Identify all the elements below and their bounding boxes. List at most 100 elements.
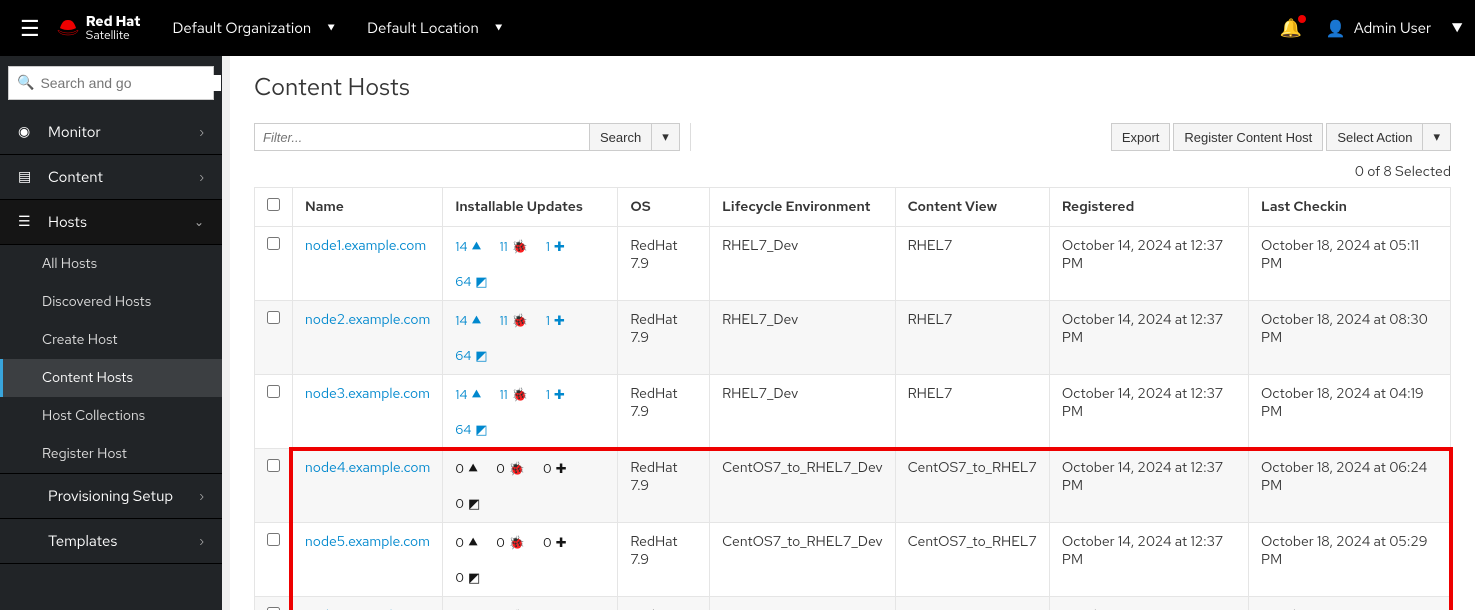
row-checkbox[interactable] <box>267 237 280 250</box>
cell-lifecycle: RHEL7_Dev <box>710 301 895 375</box>
nav-host-collections[interactable]: Host Collections <box>0 397 222 435</box>
cell-os: RedHat 7.9 <box>618 449 710 523</box>
nav-content-label: Content <box>48 167 103 187</box>
warning-icon: ▲ <box>468 533 478 551</box>
bugfix-updates[interactable]: 0 🐞 <box>496 533 525 551</box>
security-updates[interactable]: 14 ▲ <box>455 385 481 403</box>
security-updates[interactable]: 14 ▲ <box>455 311 481 329</box>
host-link[interactable]: node4.example.com <box>305 459 430 477</box>
nav-content[interactable]: ▤ Content › <box>0 155 222 200</box>
table-row: node1.example.com 14 ▲ 11 🐞 1 ✚ 64 ◩ RedHat 7… <box>255 227 1451 301</box>
search-dropdown-button[interactable]: ▾ <box>651 123 680 151</box>
package-updates[interactable]: 64 ◩ <box>455 273 605 290</box>
cell-os: RedHat 7.9 <box>618 227 710 301</box>
col-os[interactable]: OS <box>618 188 710 227</box>
user-name: Admin User <box>1354 18 1431 38</box>
host-link[interactable]: node2.example.com <box>305 311 430 329</box>
search-input[interactable] <box>40 75 221 91</box>
host-link[interactable]: node1.example.com <box>305 237 426 255</box>
cell-registered: October 14, 2024 at 12:37 PM <box>1049 523 1248 597</box>
enhancement-updates[interactable]: 1 ✚ <box>546 385 565 403</box>
row-checkbox[interactable] <box>267 385 280 398</box>
search-icon: 🔍 <box>17 74 34 92</box>
enhancement-updates[interactable]: 0 ✚ <box>543 533 567 551</box>
location-context-dropdown[interactable]: Default Location ▼ <box>367 18 503 38</box>
enhancement-updates[interactable]: 0 ✚ <box>543 459 567 477</box>
toolbar-divider <box>690 123 691 151</box>
bug-icon: 🐞 <box>512 238 528 255</box>
org-context-dropdown[interactable]: Default Organization ▼ <box>172 18 335 38</box>
package-updates[interactable]: 0 ◩ <box>455 569 605 586</box>
nav-provisioning-label: Provisioning Setup <box>48 486 173 506</box>
register-content-host-button[interactable]: Register Content Host <box>1173 123 1323 151</box>
cell-last-checkin: October 18, 2024 at 05:29 PM <box>1248 597 1450 610</box>
selection-count: 0 of 8 Selected <box>254 163 1451 181</box>
user-menu-dropdown[interactable]: 👤 Admin User ▼ <box>1326 18 1463 39</box>
cell-content-view: CentOS7_to_RHEL7 <box>895 449 1049 523</box>
nav-register-host[interactable]: Register Host <box>0 435 222 473</box>
security-updates[interactable]: 0 ▲ <box>455 459 478 477</box>
cell-registered: October 14, 2024 at 12:37 PM <box>1049 301 1248 375</box>
select-all-checkbox[interactable] <box>267 198 280 211</box>
cube-icon: ◩ <box>475 273 487 290</box>
host-link[interactable]: node3.example.com <box>305 385 430 403</box>
filter-input[interactable] <box>254 123 590 151</box>
select-action-dropdown-button[interactable]: ▾ <box>1422 123 1451 151</box>
package-updates[interactable]: 64 ◩ <box>455 347 605 364</box>
host-link[interactable]: node5.example.com <box>305 533 430 551</box>
enhancement-updates[interactable]: 1 ✚ <box>546 311 565 329</box>
col-installable[interactable]: Installable Updates <box>443 188 618 227</box>
user-icon: 👤 <box>1326 18 1346 39</box>
export-button[interactable]: Export <box>1111 123 1171 151</box>
col-last-checkin[interactable]: Last Checkin <box>1248 188 1450 227</box>
bugfix-updates[interactable]: 11 🐞 <box>500 311 528 329</box>
bug-icon: 🐞 <box>509 460 525 477</box>
nav-monitor[interactable]: ◉ Monitor › <box>0 110 222 155</box>
nav-templates-label: Templates <box>48 531 117 551</box>
search-button[interactable]: Search <box>589 123 652 151</box>
col-name[interactable]: Name <box>293 188 443 227</box>
nav-templates[interactable]: Templates › <box>0 519 222 564</box>
bug-icon: 🐞 <box>512 386 528 403</box>
row-checkbox[interactable] <box>267 459 280 472</box>
cell-registered: October 14, 2024 at 12:37 PM <box>1049 375 1248 449</box>
nav-all-hosts[interactable]: All Hosts <box>0 245 222 283</box>
table-row: node2.example.com14 ▲11 🐞1 ✚64 ◩RedHat 7… <box>255 301 1451 375</box>
notifications-icon[interactable]: 🔔 <box>1280 17 1302 40</box>
select-action-button[interactable]: Select Action <box>1326 123 1423 151</box>
cell-last-checkin: October 18, 2024 at 05:11 PM <box>1248 227 1450 301</box>
col-content-view[interactable]: Content View <box>895 188 1049 227</box>
table-row: node3.example.com14 ▲11 🐞1 ✚64 ◩RedHat 7… <box>255 375 1451 449</box>
caret-down-icon: ▼ <box>495 22 503 35</box>
nav-content-hosts[interactable]: Content Hosts <box>0 359 222 397</box>
menu-toggle-icon[interactable]: ☰ <box>12 6 48 51</box>
col-lifecycle[interactable]: Lifecycle Environment <box>710 188 895 227</box>
package-updates[interactable]: 64 ◩ <box>455 421 605 438</box>
cell-content-view: RHEL7 <box>895 375 1049 449</box>
enhancement-updates[interactable]: 1 ✚ <box>546 237 565 255</box>
bugfix-updates[interactable]: 11 🐞 <box>500 385 528 403</box>
security-updates[interactable]: 0 ▲ <box>455 533 478 551</box>
row-checkbox[interactable] <box>267 533 280 546</box>
cell-content-view: RHEL7 <box>895 301 1049 375</box>
cell-content-view: CentOS7_to_RHEL7 <box>895 523 1049 597</box>
nav-create-host[interactable]: Create Host <box>0 321 222 359</box>
cell-lifecycle: RHEL7_Dev <box>710 375 895 449</box>
package-updates[interactable]: 0 ◩ <box>455 495 605 512</box>
security-updates[interactable]: 14 ▲ <box>455 237 481 255</box>
cube-icon: ◩ <box>475 347 487 364</box>
col-registered[interactable]: Registered <box>1049 188 1248 227</box>
cell-lifecycle: CentOS7_to_RHEL7_Dev <box>710 523 895 597</box>
nav-discovered-hosts[interactable]: Discovered Hosts <box>0 283 222 321</box>
nav-provisioning[interactable]: Provisioning Setup › <box>0 473 222 519</box>
bugfix-updates[interactable]: 0 🐞 <box>496 459 525 477</box>
cell-last-checkin: October 18, 2024 at 05:29 PM <box>1248 523 1450 597</box>
bugfix-updates[interactable]: 11 🐞 <box>500 237 528 255</box>
nav-hosts[interactable]: ☰ Hosts ⌄ <box>0 200 222 245</box>
cube-icon: ◩ <box>468 495 480 512</box>
caret-down-icon: ▾ <box>1433 129 1440 145</box>
caret-down-icon: ▾ <box>662 129 669 145</box>
global-search[interactable]: 🔍 <box>8 66 214 100</box>
row-checkbox[interactable] <box>267 311 280 324</box>
redhat-hat-icon <box>56 14 80 43</box>
